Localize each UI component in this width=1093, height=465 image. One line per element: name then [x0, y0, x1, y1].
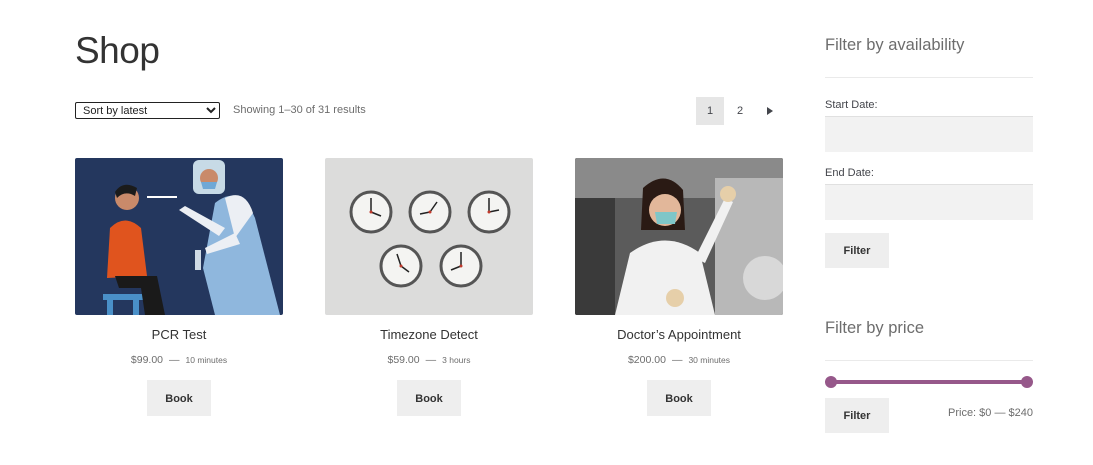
product-duration: 30 minutes: [688, 355, 731, 365]
page-title: Shop: [75, 30, 160, 71]
product-card: Timezone Detect $59.00 — 3 hours Book: [325, 158, 533, 416]
result-count: Showing 1–30 of 31 results: [233, 104, 366, 116]
price-filter-button[interactable]: Filter: [825, 398, 889, 433]
price-range-label: Price: $0 — $240: [948, 407, 1033, 419]
product-image-timezone-detect[interactable]: [325, 158, 533, 315]
page-1-current: 1: [696, 97, 724, 125]
product-duration: 10 minutes: [185, 355, 228, 365]
price-widget-title: Filter by price: [825, 319, 925, 337]
price-slider-min-handle[interactable]: [825, 376, 837, 388]
triangle-right-icon: [767, 107, 773, 115]
product-duration: 3 hours: [442, 355, 471, 365]
page-2-link[interactable]: 2: [726, 97, 754, 125]
book-button[interactable]: Book: [397, 380, 461, 416]
price-line: $200.00 — 30 minutes: [575, 354, 783, 366]
product-card: PCR Test $99.00 — 10 minutes Book: [75, 158, 283, 416]
book-button[interactable]: Book: [147, 380, 211, 416]
product-price: $59.00: [387, 354, 420, 366]
pagination: 1 2: [696, 97, 786, 125]
price-separator: —: [671, 354, 683, 366]
price-slider-max-handle[interactable]: [1021, 376, 1033, 388]
product-image-doctors-appointment[interactable]: [575, 158, 783, 315]
divider: [825, 360, 1033, 361]
availability-widget-title: Filter by availability: [825, 36, 965, 54]
sort-select[interactable]: Sort by latest: [75, 102, 220, 119]
product-title[interactable]: PCR Test: [75, 327, 283, 342]
book-button[interactable]: Book: [647, 380, 711, 416]
product-title[interactable]: Timezone Detect: [325, 327, 533, 342]
product-price: $99.00: [130, 354, 164, 366]
price-separator: —: [425, 354, 437, 366]
price-slider-range: [830, 380, 1027, 384]
divider: [825, 77, 1033, 78]
end-date-label: End Date:: [825, 167, 874, 179]
next-page-link[interactable]: [756, 97, 784, 125]
start-date-input[interactable]: [825, 116, 1033, 152]
product-title[interactable]: Doctor’s Appointment: [575, 327, 783, 342]
product-card: Doctor’s Appointment $200.00—30 minutes …: [575, 158, 783, 416]
price-line: $99.00 — 10 minutes: [75, 354, 283, 366]
price-separator: —: [169, 354, 180, 366]
product-image-pcr-test[interactable]: [75, 158, 283, 315]
start-date-label: Start Date:: [825, 99, 878, 111]
end-date-input[interactable]: [825, 184, 1033, 220]
availability-filter-button[interactable]: Filter: [825, 233, 889, 268]
price-line: $59.00 — 3 hours: [325, 354, 533, 366]
product-price: $200.00: [627, 354, 666, 366]
